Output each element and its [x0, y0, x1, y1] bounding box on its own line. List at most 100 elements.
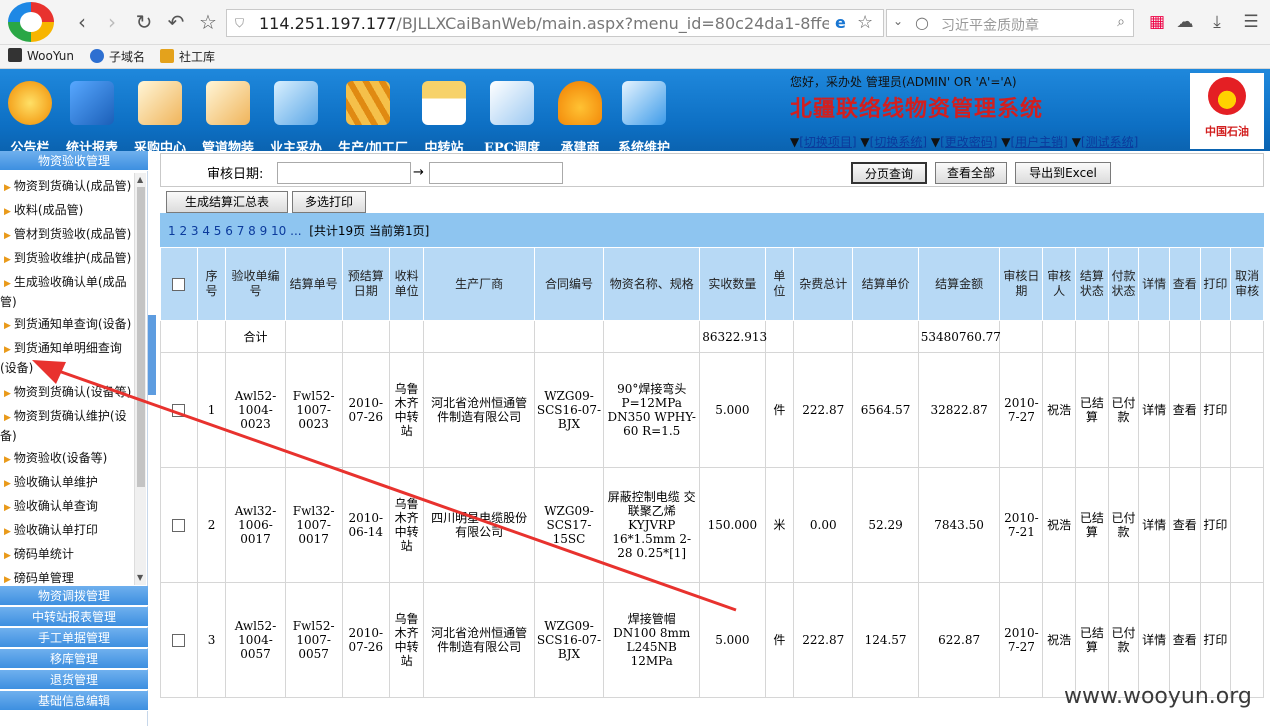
sidebar-item[interactable]: ▶ 验收确认单打印: [0, 521, 132, 541]
cell-accept-no: Awl32-1006-0017: [225, 467, 286, 583]
col-header: 打印: [1199, 247, 1232, 321]
col-header: 审核人: [1042, 247, 1077, 321]
favorite-icon[interactable]: ☆: [857, 12, 873, 33]
sidebar-item[interactable]: ▶ 物资到货确认(成品管): [0, 177, 132, 197]
sidebar-section-station-report[interactable]: 中转站报表管理: [0, 607, 148, 627]
nav-system[interactable]: 系统维护: [614, 75, 674, 156]
export-excel-button[interactable]: 导出到Excel: [1015, 162, 1111, 184]
col-header: 单位: [764, 247, 795, 321]
nav-contractor[interactable]: 承建商: [550, 75, 610, 156]
back-icon[interactable]: ‹: [70, 10, 94, 34]
link-switch-project[interactable]: [切换项目]: [799, 135, 856, 149]
scroll-up-icon[interactable]: ▲: [137, 175, 143, 184]
bookmark-wooyun[interactable]: WooYun: [8, 48, 74, 63]
menu-icon[interactable]: ☰: [1240, 11, 1262, 33]
sidebar-section-acceptance[interactable]: 物资验收管理: [0, 151, 148, 171]
print-link[interactable]: 打印: [1199, 352, 1232, 468]
browser-logo-icon[interactable]: [8, 2, 54, 42]
link-change-password[interactable]: [更改密码]: [940, 135, 997, 149]
sidebar-section-relocation[interactable]: 移库管理: [0, 649, 148, 669]
cell-maker: 河北省沧州恒通管件制造有限公司: [423, 582, 535, 698]
sidebar-item[interactable]: ▶ 物资到货确认维护(设备): [0, 407, 132, 445]
col-header: 收料单位: [388, 247, 425, 321]
sidebar-item[interactable]: ▶ 物资验收(设备等): [0, 449, 132, 469]
browser-toolbar: ‹ › ↻ ↶ ☆ ⛉ 114.251.197.177/BJLLXCaiBanW…: [0, 0, 1270, 45]
scroll-thumb[interactable]: [137, 187, 145, 487]
search-box[interactable]: ⌄ ○ 习近平金质勋章 ⌕: [886, 9, 1134, 37]
select-all-checkbox[interactable]: [172, 277, 186, 291]
ie-icon[interactable]: e: [835, 13, 846, 32]
nav-epc[interactable]: EPC调度: [482, 75, 542, 156]
cell-material: 90°焊接弯头 P=12MPa DN350 WPHY-60 R=1.5: [603, 352, 701, 468]
detail-link[interactable]: 详情: [1138, 582, 1170, 698]
download-icon[interactable]: ⤓: [1206, 11, 1228, 33]
view-all-button[interactable]: 查看全部: [935, 162, 1007, 184]
sidebar-item[interactable]: ▶ 验收确认单查询: [0, 497, 132, 517]
scroll-down-icon[interactable]: ▼: [137, 573, 143, 582]
pager-links[interactable]: 1 2 3 4 5 6 7 8 9 10 ...: [168, 224, 302, 238]
search-input[interactable]: 习近平金质勋章: [941, 15, 1039, 35]
sidebar-section-manual[interactable]: 手工单据管理: [0, 628, 148, 648]
bookmark-sgk[interactable]: 社工库: [160, 48, 215, 65]
cell-auditor: 祝浩: [1042, 467, 1077, 583]
sidebar-item[interactable]: ▶ 生成验收确认单(成品管): [0, 273, 132, 311]
nav-purchase[interactable]: 采购中心: [130, 75, 190, 156]
col-header: 审核日期: [999, 247, 1044, 321]
cell-qty: 5.000: [699, 352, 766, 468]
total-label: 合计: [225, 320, 286, 353]
sidebar-item[interactable]: ▶ 收料(成品管): [0, 201, 132, 221]
forward-icon[interactable]: ›: [100, 10, 124, 34]
sidebar-section-basic-info[interactable]: 基础信息编辑: [0, 691, 148, 711]
generate-summary-button[interactable]: 生成结算汇总表: [166, 191, 288, 213]
nav-bulletin[interactable]: 公告栏: [0, 75, 60, 156]
row-checkbox[interactable]: [172, 519, 186, 532]
sidebar-section-allocation[interactable]: 物资调拨管理: [0, 586, 148, 606]
date-to-input[interactable]: [429, 162, 563, 184]
cancel-audit-cell: [1230, 582, 1264, 698]
sidebar-item[interactable]: ▶ 磅码单统计: [0, 545, 132, 565]
cell-unit-recv: 乌鲁木齐中转站: [388, 582, 425, 698]
chevron-down-icon[interactable]: ⌄: [893, 14, 903, 28]
nav-factory-production[interactable]: 生产/加工厂: [338, 75, 408, 156]
address-bar[interactable]: ⛉ 114.251.197.177/BJLLXCaiBanWeb/main.as…: [226, 9, 884, 37]
sidebar-item[interactable]: ▶ 到货验收维护(成品管): [0, 249, 132, 269]
nav-report[interactable]: 统计报表: [62, 75, 122, 156]
nav-transfer-station[interactable]: 中转站: [414, 75, 474, 156]
undo-icon[interactable]: ↶: [164, 10, 188, 34]
row-checkbox[interactable]: [172, 404, 186, 417]
sidebar-item[interactable]: ▶ 物资到货确认(设备等): [0, 383, 132, 403]
sidebar-item[interactable]: ▶ 到货通知单明细查询(设备): [0, 339, 132, 377]
petrochina-logo: 中国石油: [1190, 73, 1264, 149]
nav-owner[interactable]: 业主采办: [266, 75, 326, 156]
star-icon[interactable]: ☆: [196, 10, 220, 34]
refresh-icon[interactable]: ↻: [132, 10, 156, 34]
bookmark-subdomain[interactable]: 子域名: [90, 48, 145, 65]
view-link[interactable]: 查看: [1168, 467, 1201, 583]
nav-pipeline[interactable]: 管道物装: [198, 75, 258, 156]
link-logout[interactable]: [用户主销]: [1011, 135, 1068, 149]
date-from-input[interactable]: [277, 162, 411, 184]
page-query-button[interactable]: 分页查询: [851, 162, 927, 184]
url-text[interactable]: 114.251.197.177/BJLLXCaiBanWeb/main.aspx…: [259, 14, 829, 33]
link-switch-system[interactable]: [切换系统]: [870, 135, 927, 149]
multi-print-button[interactable]: 多选打印: [292, 191, 366, 213]
view-link[interactable]: 查看: [1168, 352, 1201, 468]
link-test-system[interactable]: [测试系统]: [1081, 135, 1138, 149]
cloud-icon[interactable]: ☁: [1174, 11, 1196, 33]
table-header-row: 序号 验收单编号 结算单号 预结算日期 收料单位 生产厂商 合同编号 物资名称、…: [160, 247, 1264, 321]
print-link[interactable]: 打印: [1199, 582, 1232, 698]
sidebar-section-return[interactable]: 退货管理: [0, 670, 148, 690]
sidebar-scrollbar[interactable]: ▲ ▼: [134, 173, 146, 585]
row-checkbox[interactable]: [172, 634, 186, 647]
search-icon[interactable]: ⌕: [1117, 14, 1125, 30]
view-link[interactable]: 查看: [1168, 582, 1201, 698]
sidebar-splitter[interactable]: [148, 315, 156, 395]
detail-link[interactable]: 详情: [1138, 467, 1170, 583]
cell-pay-state: 已付款: [1107, 352, 1140, 468]
sidebar-item[interactable]: ▶ 验收确认单维护: [0, 473, 132, 493]
sidebar-item[interactable]: ▶ 管材到货验收(成品管): [0, 225, 132, 245]
detail-link[interactable]: 详情: [1138, 352, 1170, 468]
sidebar-item[interactable]: ▶ 到货通知单查询(设备): [0, 315, 132, 335]
apps-grid-icon[interactable]: ▦: [1146, 11, 1168, 33]
print-link[interactable]: 打印: [1199, 467, 1232, 583]
